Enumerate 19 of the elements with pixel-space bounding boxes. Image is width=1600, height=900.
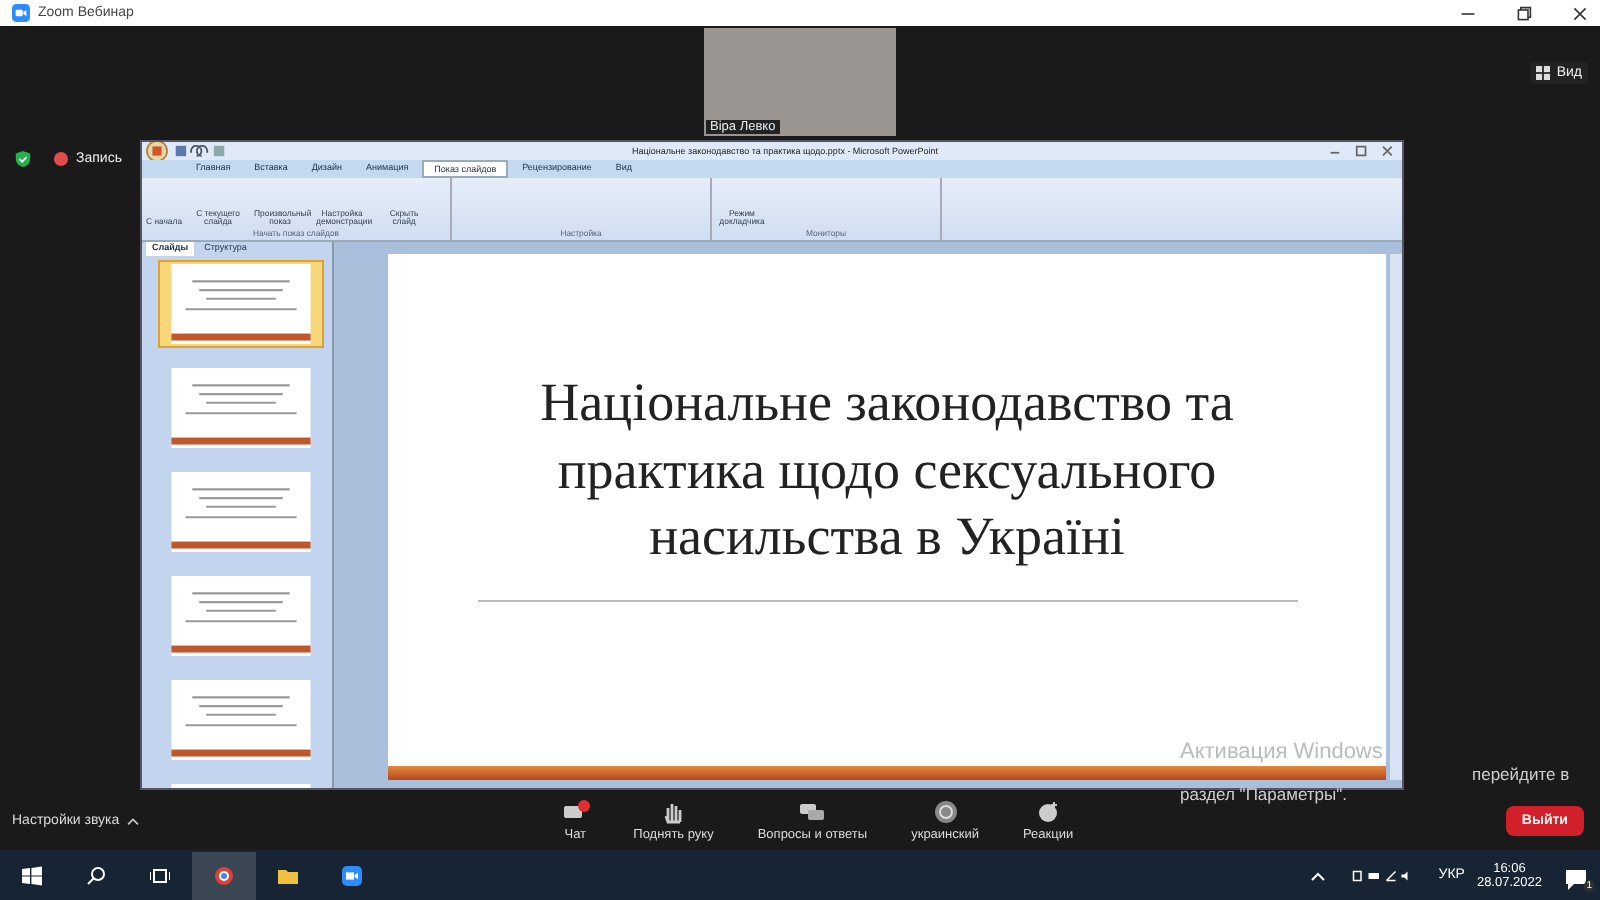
grid-icon [1536, 66, 1551, 80]
window-controls-icon[interactable] [1326, 144, 1398, 158]
activation-text: перейдите в [1472, 764, 1570, 784]
toolbar-icon [931, 799, 960, 823]
toolbar-icon [1034, 799, 1063, 823]
browser-icon[interactable] [192, 851, 256, 899]
slide-thumbnail[interactable] [158, 260, 324, 348]
activation-text: раздел "Параметры". [1180, 784, 1350, 804]
caret-icon[interactable] [125, 815, 140, 825]
slide-title: Національне законодавство та практика щодо сексуального насильства в Україні [538, 369, 1236, 571]
restore-icon[interactable] [1516, 5, 1532, 21]
notification-icon[interactable] [1566, 870, 1586, 890]
close-icon[interactable] [1572, 5, 1588, 21]
quick-access-icon[interactable] [174, 144, 226, 158]
shield-icon[interactable] [14, 150, 32, 168]
activation-title: Активация Windows [1180, 740, 1385, 764]
scrollbar[interactable] [1390, 254, 1402, 780]
toolbar-icon [798, 799, 827, 823]
toolbar-icon [561, 799, 590, 823]
